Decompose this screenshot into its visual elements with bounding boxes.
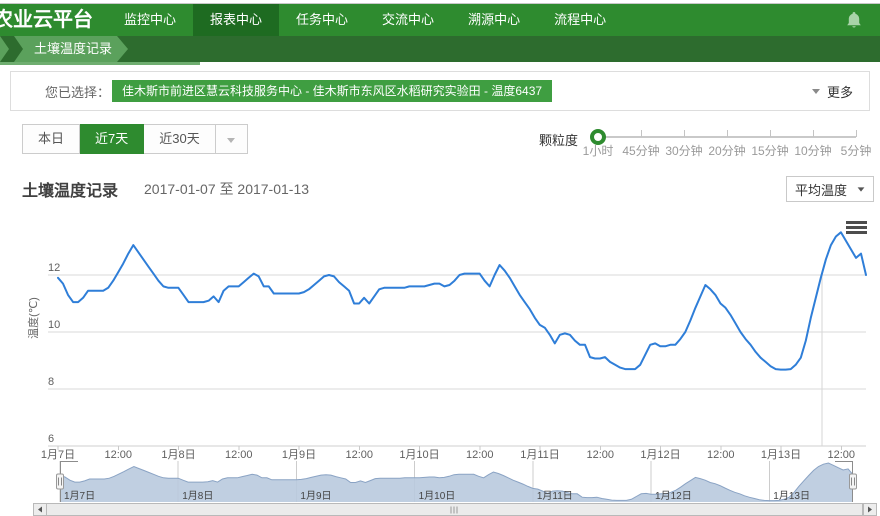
navigator-left-handle[interactable] xyxy=(57,474,64,489)
y-axis-title: 温度(℃) xyxy=(25,283,41,353)
nav-item-3[interactable]: 任务中心 xyxy=(279,4,365,36)
selection-panel: 您已选择： 佳木斯市前进区慧云科技服务中心 - 佳木斯市东风区水稻研究实验田 -… xyxy=(10,71,870,111)
chart-menu-bar xyxy=(846,226,867,229)
breadcrumb-underline xyxy=(0,62,200,65)
navigator-date-label: 1月13日 xyxy=(773,490,810,502)
nav-item-6[interactable]: 流程中心 xyxy=(537,4,623,36)
chevron-down-icon xyxy=(812,89,820,94)
chart-menu-bar xyxy=(846,221,867,224)
x-tick-label: 1月10日 xyxy=(399,449,439,461)
selection-label: 您已选择： xyxy=(45,82,110,101)
range-dropdown-button[interactable] xyxy=(216,124,248,154)
x-tick-label: 1月7日 xyxy=(41,449,75,461)
topbar: 农业云平台 监控中心报表中心任务中心交流中心溯源中心流程中心 xyxy=(0,4,880,36)
nav-item-2[interactable]: 报表中心 xyxy=(193,4,279,36)
navigator[interactable]: 1月7日 1月8日 1月9日 1月10日 1月11日 1月12日 1月13日 xyxy=(57,461,857,502)
slider-tick xyxy=(727,130,728,137)
granularity-option-5[interactable]: 15分钟 xyxy=(746,142,794,159)
metric-select-value: 平均温度 xyxy=(795,180,847,199)
slider-tick xyxy=(813,130,814,137)
navigator-date-label: 1月9日 xyxy=(300,490,331,502)
chart-canvas[interactable]: 6 8 10 12 1月7日 12:00 1月8日 12:00 1月9日 12:00 1月10日 12… xyxy=(0,212,880,516)
more-label: 更多 xyxy=(827,82,853,101)
x-tick-label: 12:00 xyxy=(466,449,494,461)
y-tick-label: 6 xyxy=(48,433,54,445)
selected-device-tag[interactable]: 佳木斯市前进区慧云科技服务中心 - 佳木斯市东风区水稻研究实验田 - 温度643… xyxy=(112,80,552,102)
metric-select[interactable]: 平均温度 xyxy=(786,176,874,202)
navigator-right-handle[interactable] xyxy=(850,474,857,489)
controls-row: 本日近7天近30天 颗粒度 1小时45分钟30分钟20分钟15分钟10分钟5分钟 xyxy=(22,124,864,162)
y-axis: 6 8 10 12 xyxy=(48,262,866,446)
time-range-buttons: 本日近7天近30天 xyxy=(22,124,248,154)
x-tick-label: 12:00 xyxy=(225,449,253,461)
slider-tick xyxy=(856,130,857,137)
navigator-date-label: 1月10日 xyxy=(419,490,456,502)
navigator-area xyxy=(60,463,853,502)
granularity-option-3[interactable]: 30分钟 xyxy=(660,142,708,159)
x-axis: 1月7日 12:00 1月8日 12:00 1月9日 12:00 1月10日 12:00 1月1… xyxy=(41,446,855,461)
y-tick-label: 10 xyxy=(48,319,60,331)
x-tick-label: 12:00 xyxy=(707,449,735,461)
notification-bell-icon[interactable] xyxy=(846,11,862,29)
chevron-down-icon xyxy=(227,138,235,143)
chart-menu-bar xyxy=(846,231,867,234)
y-tick-label: 12 xyxy=(48,262,60,274)
x-tick-label: 12:00 xyxy=(827,449,855,461)
nav-item-4[interactable]: 交流中心 xyxy=(365,4,451,36)
slider-tick xyxy=(684,130,685,137)
x-tick-label: 1月11日 xyxy=(520,449,560,461)
main-nav: 监控中心报表中心任务中心交流中心溯源中心流程中心 xyxy=(107,4,623,36)
range-button-1[interactable]: 本日 xyxy=(22,124,80,154)
granularity-slider[interactable]: 1小时45分钟30分钟20分钟15分钟10分钟5分钟 xyxy=(590,124,864,160)
granularity-label: 颗粒度 xyxy=(539,130,578,160)
breadcrumb: 土壤温度记录 xyxy=(0,36,880,62)
y-tick-label: 8 xyxy=(48,376,54,388)
x-tick-label: 12:00 xyxy=(345,449,373,461)
granularity-option-6[interactable]: 10分钟 xyxy=(789,142,837,159)
chart-date-range: 2017-01-07 至 2017-01-13 xyxy=(144,179,309,199)
temperature-series-line xyxy=(58,232,866,369)
granularity-option-7[interactable]: 5分钟 xyxy=(832,142,880,159)
x-tick-label: 12:00 xyxy=(104,449,132,461)
navigator-date-label: 1月12日 xyxy=(655,490,692,502)
x-tick-label: 12:00 xyxy=(586,449,614,461)
more-button[interactable]: 更多 xyxy=(812,72,853,110)
x-tick-label: 1月12日 xyxy=(640,449,680,461)
range-button-3[interactable]: 近30天 xyxy=(144,124,215,154)
granularity-option-4[interactable]: 20分钟 xyxy=(703,142,751,159)
slider-handle[interactable] xyxy=(590,129,606,145)
x-tick-label: 1月9日 xyxy=(282,449,316,461)
chart-header: 土壤温度记录 2017-01-07 至 2017-01-13 平均温度 xyxy=(22,174,874,204)
navigator-date-label: 1月8日 xyxy=(182,490,213,502)
chart-title: 土壤温度记录 xyxy=(22,177,118,201)
navigator-date-label: 1月7日 xyxy=(64,490,95,502)
slider-tick xyxy=(770,130,771,137)
granularity-option-2[interactable]: 45分钟 xyxy=(617,142,665,159)
breadcrumb-current[interactable]: 土壤温度记录 xyxy=(14,36,128,62)
chart-region: 6 8 10 12 1月7日 12:00 1月8日 12:00 1月9日 12:00 1月10日 12… xyxy=(0,212,880,516)
scrollbar[interactable] xyxy=(34,504,877,516)
range-button-2[interactable]: 近7天 xyxy=(80,124,144,154)
nav-item-5[interactable]: 溯源中心 xyxy=(451,4,537,36)
breadcrumb-arrow-fragment xyxy=(0,36,9,62)
x-tick-label: 1月8日 xyxy=(161,449,195,461)
granularity-control: 颗粒度 1小时45分钟30分钟20分钟15分钟10分钟5分钟 xyxy=(539,124,864,160)
x-tick-label: 1月13日 xyxy=(761,449,801,461)
chart-menu-icon[interactable] xyxy=(846,221,867,236)
nav-item-1[interactable]: 监控中心 xyxy=(107,4,193,36)
slider-tick xyxy=(641,130,642,137)
chevron-down-icon xyxy=(858,187,865,191)
navigator-date-label: 1月11日 xyxy=(537,490,573,502)
app-title: 农业云平台 xyxy=(0,4,93,36)
